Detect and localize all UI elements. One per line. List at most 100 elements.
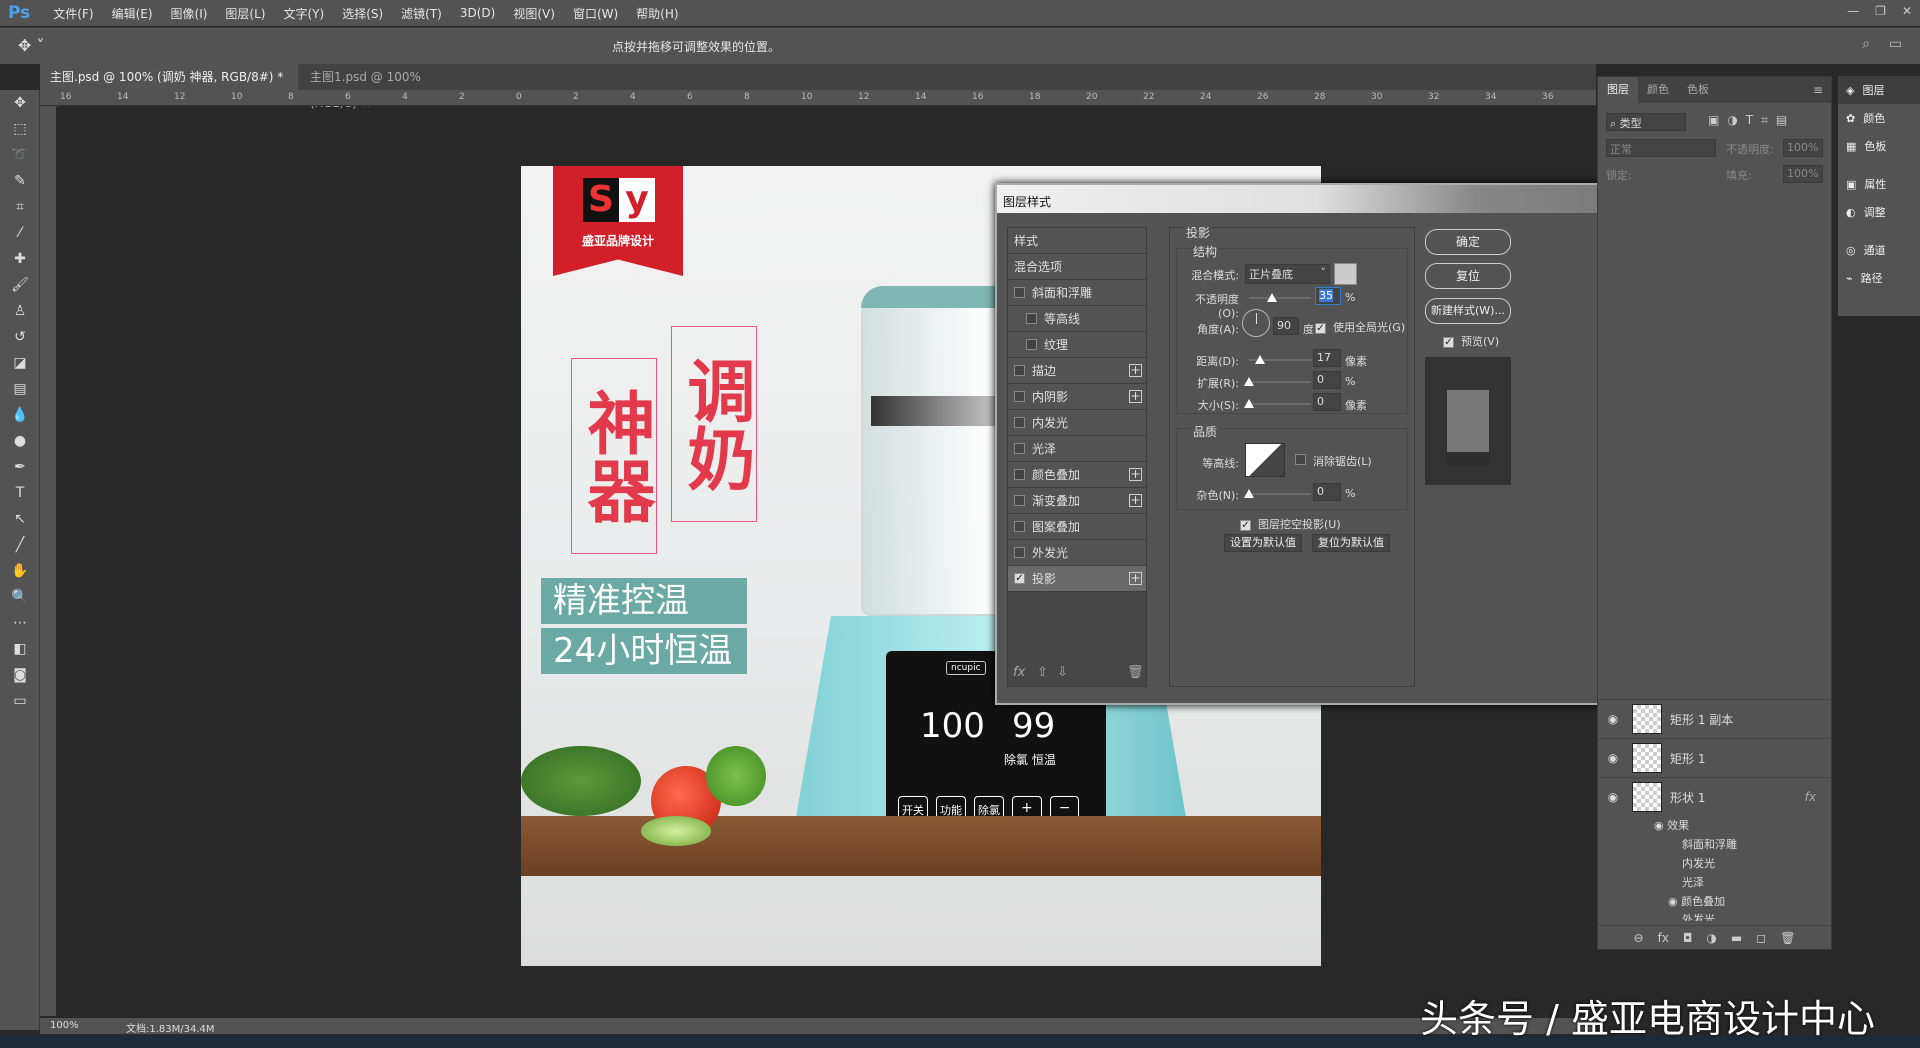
dock-layers[interactable]: ◈图层	[1838, 76, 1920, 104]
style-checkbox[interactable]	[1014, 287, 1025, 298]
marquee-tool-icon[interactable]: ⬚	[0, 116, 40, 142]
preview-checkbox[interactable]: ✓预览(V)	[1443, 333, 1499, 349]
reset-button[interactable]: 复位	[1425, 263, 1511, 289]
size-input[interactable]: 0	[1313, 393, 1341, 411]
effects-row[interactable]: ◉ 效果	[1654, 817, 1689, 833]
dock-channels[interactable]: ◎通道	[1838, 236, 1920, 264]
opacity-input[interactable]: 35	[1315, 287, 1341, 305]
knockout-checkbox[interactable]: ✓图层挖空投影(U)	[1240, 516, 1341, 532]
crop-tool-icon[interactable]: ⌗	[0, 194, 40, 220]
style-item[interactable]: ✓投影+	[1008, 566, 1146, 592]
dock-properties[interactable]: ▣属性	[1838, 170, 1920, 198]
new-style-button[interactable]: 新建样式(W)...	[1425, 298, 1511, 324]
tab-layers[interactable]: 图层	[1598, 77, 1638, 103]
link-icon[interactable]: ⊖	[1634, 931, 1644, 945]
filter-icons[interactable]: ▣◑T⌗▤	[1708, 113, 1795, 128]
slider-thumb[interactable]	[1244, 377, 1254, 386]
tab-main-psd[interactable]: 主图.psd @ 100% (调奶 神器, RGB/8#) * ×	[40, 64, 298, 90]
zoom-tool-icon[interactable]: 🔍	[0, 584, 40, 610]
style-checkbox[interactable]	[1014, 365, 1025, 376]
effect-item[interactable]: 光泽	[1682, 874, 1704, 890]
add-effect-icon[interactable]: +	[1129, 494, 1142, 507]
size-slider[interactable]	[1249, 403, 1311, 405]
visibility-eye-icon[interactable]: ◉	[1598, 712, 1628, 726]
opacity-slider[interactable]	[1249, 297, 1311, 299]
ok-button[interactable]: 确定	[1425, 229, 1511, 255]
move-tool-icon[interactable]: ✥ ˅	[18, 36, 45, 55]
healing-icon[interactable]: ✚	[0, 246, 40, 272]
style-checkbox[interactable]	[1014, 469, 1025, 480]
menu-help[interactable]: 帮助(H)	[627, 5, 687, 22]
new-layer-icon[interactable]: ◻	[1756, 931, 1766, 945]
style-checkbox[interactable]	[1026, 339, 1037, 350]
color-swatch-icon[interactable]: ◧	[0, 636, 40, 662]
eyedropper-icon[interactable]: ⁄	[0, 220, 40, 246]
global-light-checkbox[interactable]: ✓使用全局光(G)	[1315, 319, 1405, 335]
stamp-icon[interactable]: ♙	[0, 298, 40, 324]
menu-3d[interactable]: 3D(D)	[451, 6, 504, 20]
menu-select[interactable]: 选择(S)	[333, 5, 392, 22]
layer-row[interactable]: ◉矩形 1 副本	[1598, 699, 1830, 738]
layer-filter-select[interactable]: ⌕ 类型	[1606, 113, 1686, 131]
layer-opacity-input[interactable]: 100%	[1783, 139, 1823, 157]
style-item[interactable]: 样式	[1008, 228, 1146, 254]
tab-color[interactable]: 颜色	[1638, 77, 1678, 103]
brush-icon[interactable]: 🖌	[0, 272, 40, 298]
pen-icon[interactable]: ✒	[0, 454, 40, 480]
slider-thumb[interactable]	[1255, 355, 1265, 364]
style-item[interactable]: 斜面和浮雕	[1008, 280, 1146, 306]
tab-main1-psd[interactable]: 主图1.psd @ 100%(RGB/8) ×	[300, 64, 470, 90]
style-checkbox[interactable]	[1014, 495, 1025, 506]
eraser-icon[interactable]: ◪	[0, 350, 40, 376]
style-checkbox[interactable]	[1014, 443, 1025, 454]
effect-item[interactable]: 斜面和浮雕	[1682, 836, 1737, 852]
effect-item[interactable]: 内发光	[1682, 855, 1715, 871]
folder-icon[interactable]: ▬	[1731, 931, 1742, 945]
noise-slider[interactable]	[1249, 493, 1311, 495]
layer-row[interactable]: ◉形状 1fx	[1598, 777, 1830, 816]
reset-default-button[interactable]: 复位为默认值	[1312, 534, 1390, 552]
effect-item[interactable]: 外发光	[1682, 911, 1715, 921]
menu-type[interactable]: 文字(Y)	[274, 5, 333, 22]
quick-mask-icon[interactable]: ◙	[0, 662, 40, 688]
style-checkbox[interactable]	[1014, 521, 1025, 532]
restore-button[interactable]: ❐	[1875, 4, 1886, 18]
menu-layer[interactable]: 图层(L)	[216, 5, 274, 22]
distance-input[interactable]: 17	[1313, 349, 1341, 367]
style-item[interactable]: 等高线	[1008, 306, 1146, 332]
dock-swatches[interactable]: ▦色板	[1838, 132, 1920, 160]
style-item[interactable]: 混合选项	[1008, 254, 1146, 280]
slider-thumb[interactable]	[1244, 399, 1254, 408]
menu-view[interactable]: 视图(V)	[504, 5, 564, 22]
trash-icon[interactable]: 🗑	[1780, 931, 1795, 945]
dock-paths[interactable]: ⌁路径	[1838, 264, 1920, 292]
style-item[interactable]: 纹理	[1008, 332, 1146, 358]
fx-button[interactable]: fx	[1013, 665, 1025, 680]
noise-input[interactable]: 0	[1313, 483, 1341, 501]
mask-icon[interactable]: ◘	[1683, 931, 1693, 945]
style-item[interactable]: 描边+	[1008, 358, 1146, 384]
blend-mode-select[interactable]: 正片叠底˅	[1245, 264, 1330, 284]
type-tool-icon[interactable]: T	[0, 480, 40, 506]
style-item[interactable]: 光泽	[1008, 436, 1146, 462]
adjustment-icon[interactable]: ◑	[1706, 931, 1716, 945]
trash-icon[interactable]: 🗑	[1127, 665, 1144, 680]
lasso-tool-icon[interactable]: ➰	[0, 142, 40, 168]
quick-select-icon[interactable]: ✎	[0, 168, 40, 194]
menu-filter[interactable]: 滤镜(T)	[392, 5, 451, 22]
menu-file[interactable]: 文件(F)	[44, 5, 102, 22]
add-effect-icon[interactable]: +	[1129, 390, 1142, 403]
hand-tool-icon[interactable]: ✋	[0, 558, 40, 584]
add-effect-icon[interactable]: +	[1129, 572, 1142, 585]
dodge-icon[interactable]: ●	[0, 428, 40, 454]
minimize-button[interactable]: —	[1847, 4, 1859, 18]
tab-swatches[interactable]: 色板	[1678, 77, 1718, 103]
style-item[interactable]: 内发光	[1008, 410, 1146, 436]
slider-thumb[interactable]	[1244, 489, 1254, 498]
screen-mode-icon[interactable]: ▭	[0, 688, 40, 714]
zoom-level[interactable]: 100%	[50, 1020, 79, 1031]
panel-menu-icon[interactable]: ≡	[1813, 83, 1823, 97]
style-checkbox[interactable]	[1014, 391, 1025, 402]
layer-blend-select[interactable]: 正常	[1606, 139, 1716, 157]
slider-thumb[interactable]	[1267, 293, 1277, 302]
